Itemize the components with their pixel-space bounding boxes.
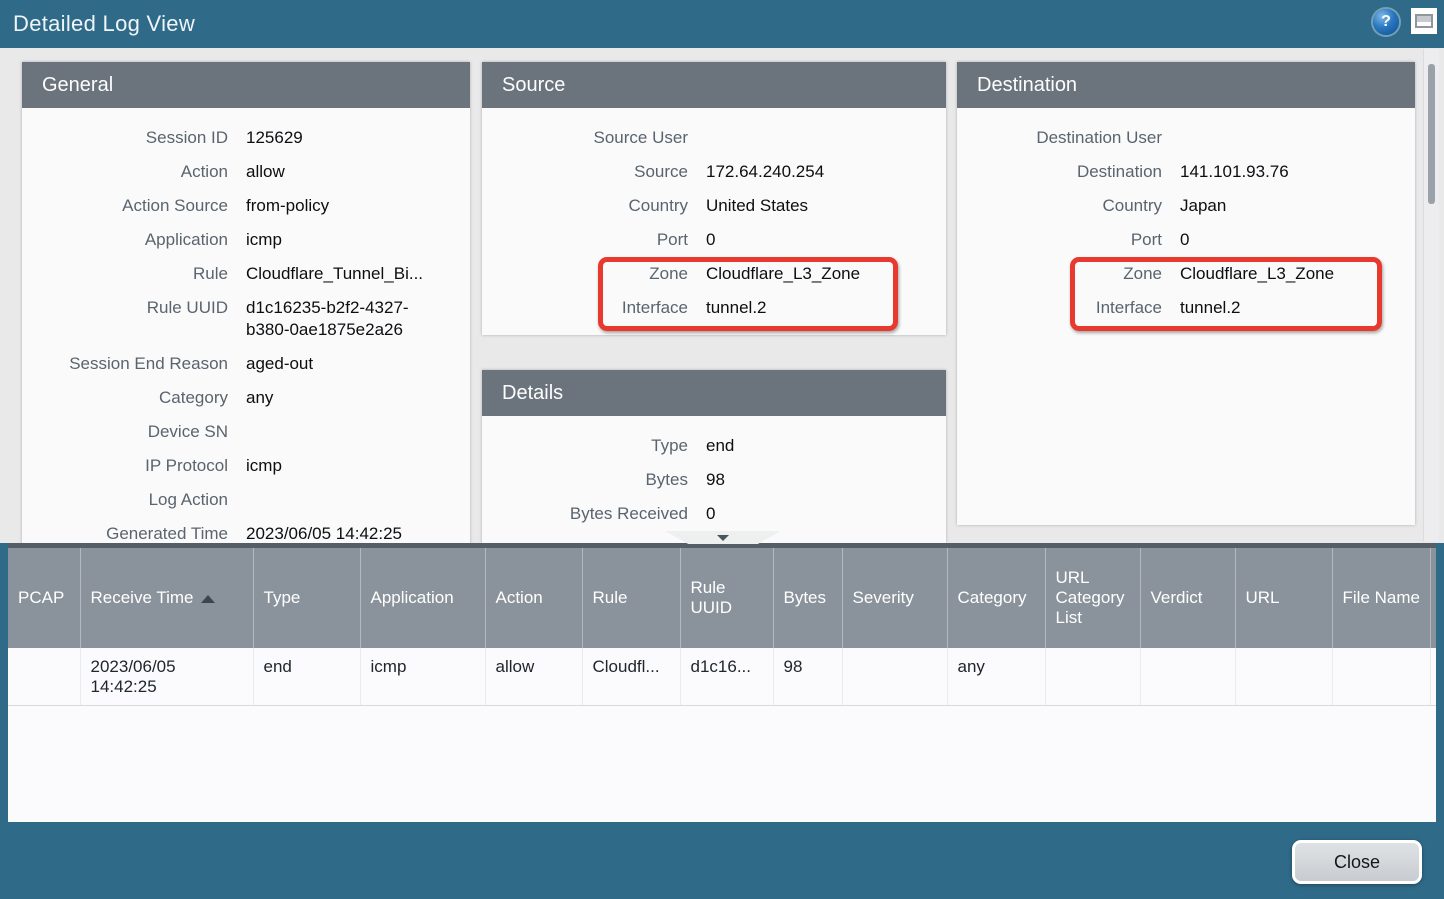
cell-file-name: [1332, 648, 1430, 705]
column-header-pcap[interactable]: PCAP: [8, 548, 80, 648]
general-panel-body: Session ID125629 Actionallow Action Sour…: [22, 108, 470, 543]
column-header-verdict[interactable]: Verdict: [1140, 548, 1235, 648]
cell-pcap: [8, 648, 80, 705]
dialog-titlebar: Detailed Log View ?: [0, 0, 1444, 48]
cell-category: any: [947, 648, 1045, 705]
field-destination-user: Destination User: [957, 121, 1415, 155]
field-bytes-received: Bytes Received0: [482, 497, 946, 531]
log-table: PCAP Receive Time Type Application Actio…: [8, 548, 1436, 706]
cell-action: allow: [485, 648, 582, 705]
column-header-url-category-list[interactable]: URL Category List: [1045, 548, 1140, 648]
column-header-filler: [1430, 548, 1436, 648]
scrollbar-thumb[interactable]: [1428, 64, 1435, 204]
field-destination: Destination141.101.93.76: [957, 155, 1415, 189]
field-session-end-reason: Session End Reasonaged-out: [22, 347, 470, 381]
cell-url: [1235, 648, 1332, 705]
cell-rule: Cloudfl...: [582, 648, 680, 705]
window-glyph: [1415, 14, 1433, 28]
source-panel: Source Source User Source172.64.240.254 …: [482, 62, 946, 335]
detail-pane: General Session ID125629 Actionallow Act…: [0, 48, 1444, 543]
cell-rule-uuid: d1c16...: [680, 648, 773, 705]
details-panel: Details Typeend Bytes98 Bytes Received0: [482, 370, 946, 543]
cell-bytes: 98: [773, 648, 842, 705]
column-header-category[interactable]: Category: [947, 548, 1045, 648]
window-restore-icon[interactable]: [1411, 8, 1437, 34]
column-header-type[interactable]: Type: [253, 548, 360, 648]
column-header-action[interactable]: Action: [485, 548, 582, 648]
cell-type: end: [253, 648, 360, 705]
general-panel-header: General: [22, 62, 470, 108]
column-header-application[interactable]: Application: [360, 548, 485, 648]
general-panel: General Session ID125629 Actionallow Act…: [22, 62, 470, 543]
cell-application: icmp: [360, 648, 485, 705]
field-device-sn: Device SN: [22, 415, 470, 449]
field-session-id: Session ID125629: [22, 121, 470, 155]
field-source-user: Source User: [482, 121, 946, 155]
field-application: Applicationicmp: [22, 223, 470, 257]
field-source-country: CountryUnited States: [482, 189, 946, 223]
details-panel-header: Details: [482, 370, 946, 416]
field-source-interface: Interfacetunnel.2: [482, 291, 946, 325]
field-type: Typeend: [482, 429, 946, 463]
field-bytes: Bytes98: [482, 463, 946, 497]
field-destination-country: CountryJapan: [957, 189, 1415, 223]
detail-pane-scrollbar[interactable]: [1423, 49, 1439, 541]
chevron-down-icon: [717, 535, 729, 541]
cell-verdict: [1140, 648, 1235, 705]
destination-panel: Destination Destination User Destination…: [957, 62, 1415, 525]
column-header-severity[interactable]: Severity: [842, 548, 947, 648]
field-source: Source172.64.240.254: [482, 155, 946, 189]
field-generated-time: Generated Time2023/06/05 14:42:25: [22, 517, 470, 543]
field-destination-interface: Interfacetunnel.2: [957, 291, 1415, 325]
field-category: Categoryany: [22, 381, 470, 415]
field-action: Actionallow: [22, 155, 470, 189]
field-rule: RuleCloudflare_Tunnel_Bi...: [22, 257, 470, 291]
sort-ascending-icon: [201, 595, 215, 603]
field-rule-uuid: Rule UUIDd1c16235-b2f2-4327-b380-0ae1875…: [22, 291, 470, 347]
cell-filler: [1430, 648, 1436, 705]
column-header-receive-time[interactable]: Receive Time: [80, 548, 253, 648]
cell-url-category-list: [1045, 648, 1140, 705]
field-destination-port: Port0: [957, 223, 1415, 257]
source-panel-header: Source: [482, 62, 946, 108]
column-header-rule[interactable]: Rule: [582, 548, 680, 648]
details-panel-body: Typeend Bytes98 Bytes Received0: [482, 416, 946, 543]
column-header-file-name[interactable]: File Name: [1332, 548, 1430, 648]
field-action-source: Action Sourcefrom-policy: [22, 189, 470, 223]
field-destination-zone: ZoneCloudflare_L3_Zone: [957, 257, 1415, 291]
column-header-bytes[interactable]: Bytes: [773, 548, 842, 648]
column-header-rule-uuid[interactable]: Rule UUID: [680, 548, 773, 648]
cell-severity: [842, 648, 947, 705]
log-table-section: PCAP Receive Time Type Application Actio…: [8, 543, 1436, 822]
log-table-row[interactable]: 2023/06/05 14:42:25 end icmp allow Cloud…: [8, 648, 1436, 705]
destination-panel-header: Destination: [957, 62, 1415, 108]
field-log-action: Log Action: [22, 483, 470, 517]
field-ip-protocol: IP Protocolicmp: [22, 449, 470, 483]
field-source-zone: ZoneCloudflare_L3_Zone: [482, 257, 946, 291]
log-table-header-row: PCAP Receive Time Type Application Actio…: [8, 548, 1436, 648]
help-icon[interactable]: ?: [1373, 9, 1399, 35]
destination-panel-body: Destination User Destination141.101.93.7…: [957, 108, 1415, 525]
field-source-port: Port0: [482, 223, 946, 257]
dialog-title: Detailed Log View: [13, 0, 195, 48]
column-header-url[interactable]: URL: [1235, 548, 1332, 648]
close-button[interactable]: Close: [1292, 840, 1422, 884]
cell-receive-time: 2023/06/05 14:42:25: [80, 648, 253, 705]
source-panel-body: Source User Source172.64.240.254 Country…: [482, 108, 946, 335]
